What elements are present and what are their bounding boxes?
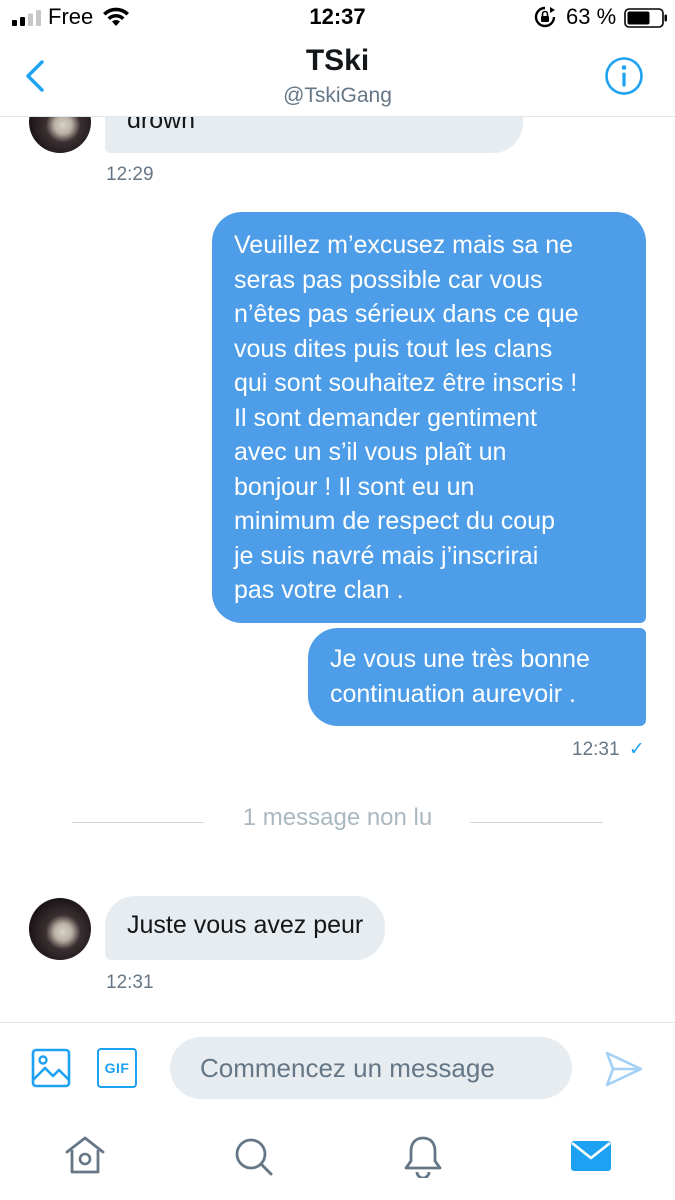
contact-name[interactable]: TSki (0, 44, 675, 78)
gif-label: GIF (104, 1060, 130, 1076)
incoming-message-bubble[interactable]: Juste vous avez peur (105, 896, 386, 960)
envelope-icon[interactable] (569, 1134, 613, 1178)
send-icon[interactable] (604, 1049, 644, 1089)
divider-line-right (470, 822, 603, 823)
read-checkmark-icon: ✓ (628, 739, 645, 760)
bottom-tab-bar (0, 1114, 675, 1200)
message-line: minimum de respect du coup (234, 507, 555, 535)
info-icon[interactable] (604, 56, 644, 96)
message-line: qui sont souhaitez être inscris ! (234, 369, 578, 397)
message-line: Je vous une très bonne (330, 645, 590, 673)
message-timestamp: 12:29 (106, 164, 154, 185)
bell-icon[interactable] (401, 1134, 445, 1178)
incoming-message-clip: drown (105, 117, 523, 153)
message-composer: GIF (0, 1022, 675, 1115)
message-line: seras pas possible car vous (234, 265, 543, 294)
contact-handle[interactable]: @TskiGang (0, 84, 675, 108)
message-line: pas votre clan . (234, 576, 404, 604)
message-text: drown (127, 117, 196, 134)
message-input[interactable] (170, 1037, 572, 1099)
home-icon[interactable] (63, 1134, 107, 1178)
message-line: Veuillez m’excusez mais sa ne (234, 231, 574, 259)
battery-percentage: 63 % (566, 4, 617, 29)
message-line: n’êtes pas sérieux dans ce que (234, 300, 579, 328)
message-line: avec un s’il vous plaît un (234, 438, 507, 466)
image-icon[interactable] (31, 1048, 71, 1088)
unread-divider-label: 1 message non lu (242, 804, 433, 831)
incoming-message-bubble[interactable]: drown (105, 117, 523, 153)
avatar-clip (29, 117, 91, 153)
contact-avatar[interactable] (29, 898, 91, 960)
status-bar: Free 12:37 63 % (0, 0, 675, 36)
contact-avatar[interactable] (29, 117, 91, 153)
gif-icon[interactable]: GIF (97, 1048, 137, 1088)
rotation-lock-icon (534, 6, 556, 28)
message-line: continuation aurevoir . (330, 679, 576, 708)
search-icon[interactable] (231, 1134, 275, 1178)
message-time: 12:31 (572, 739, 620, 760)
outgoing-message-bubble[interactable]: Je vous une très bonne continuation aure… (308, 628, 646, 726)
message-line: Il sont demander gentiment (234, 403, 537, 432)
message-line: je suis navré mais j’inscrirai (234, 541, 539, 570)
message-timestamp: 12:31 ✓ (572, 738, 645, 761)
battery-icon (624, 8, 667, 28)
message-line: bonjour ! Il sont eu un (234, 472, 475, 501)
outgoing-message-bubble[interactable]: Veuillez m’excusez mais sa ne seras pas … (212, 212, 646, 623)
conversation-header: TSki @TskiGang (0, 36, 675, 117)
message-timestamp: 12:31 (106, 972, 154, 993)
message-text: Juste vous avez peur (127, 911, 364, 939)
message-line: vous dites puis tout les clans (234, 334, 553, 363)
